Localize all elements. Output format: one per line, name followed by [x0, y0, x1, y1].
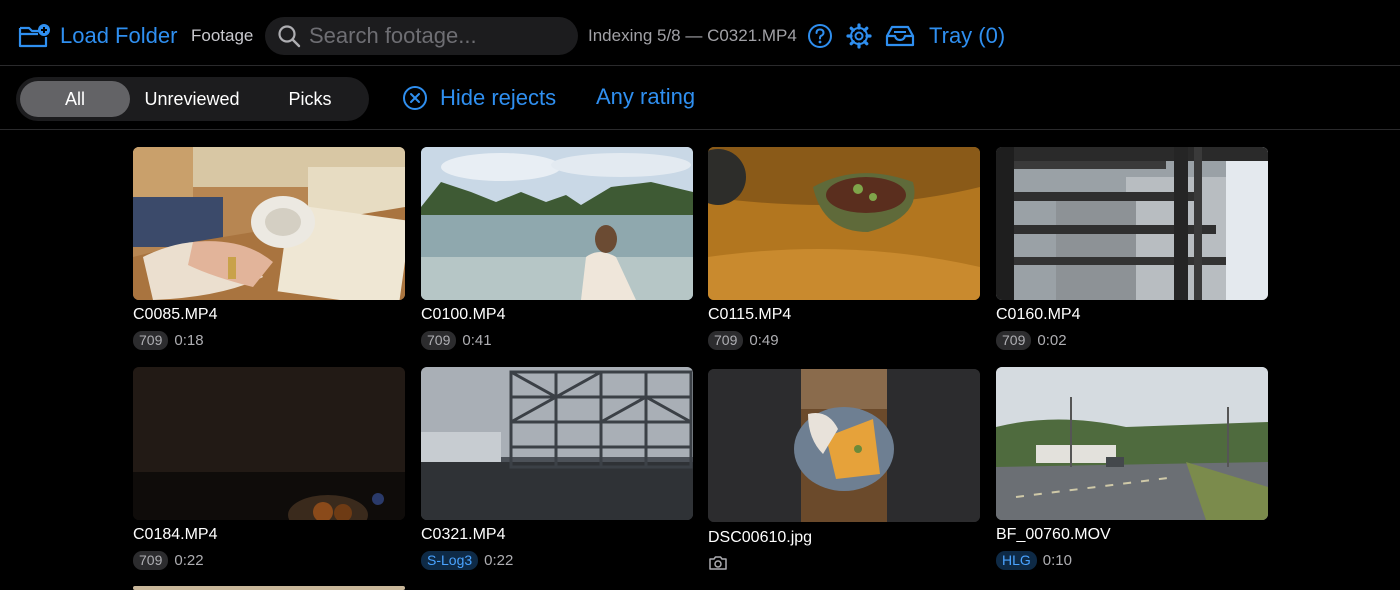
- load-folder-button[interactable]: Load Folder: [18, 18, 177, 54]
- help-button[interactable]: [806, 22, 834, 50]
- clip-thumbnail[interactable]: [708, 147, 980, 300]
- tray-icon: [885, 25, 915, 47]
- clip-meta: HLG 0:10: [996, 550, 1072, 570]
- clip-filename: C0184.MP4: [133, 526, 218, 543]
- clip-preview-image: [996, 367, 1268, 520]
- hide-rejects-label: Hide rejects: [440, 85, 557, 110]
- clip-filename: C0321.MP4: [421, 526, 506, 543]
- review-filter-segmented: All Unreviewed Picks: [16, 77, 369, 121]
- clip-tile[interactable]: C0160.MP4 709 0:02: [996, 147, 1268, 350]
- clip-thumbnail[interactable]: [133, 147, 405, 300]
- clip-meta: S-Log3 0:22: [421, 550, 513, 570]
- clip-meta: 709 0:49: [708, 330, 779, 350]
- clip-duration: 0:10: [1042, 551, 1072, 569]
- segment-unreviewed[interactable]: Unreviewed: [134, 81, 250, 117]
- tray-button[interactable]: Tray (0): [885, 18, 1005, 54]
- segment-picks[interactable]: Picks: [256, 81, 364, 117]
- clip-meta: 709 0:41: [421, 330, 492, 350]
- clip-filename: C0100.MP4: [421, 306, 506, 323]
- help-icon: [808, 24, 832, 48]
- clip-thumbnail[interactable]: [421, 367, 693, 520]
- top-toolbar: Load Folder Footage Indexing 5/8 — C0321…: [0, 0, 1400, 66]
- color-profile-badge: S-Log3: [421, 550, 479, 570]
- load-folder-label: Load Folder: [60, 23, 178, 48]
- clip-preview-image: [708, 147, 980, 300]
- clip-preview-image: [708, 369, 980, 522]
- clip-tile[interactable]: [133, 586, 405, 590]
- filter-bar: All Unreviewed Picks Hide rejects Any ra…: [0, 67, 1400, 130]
- clip-filename: C0115.MP4: [708, 306, 792, 323]
- clip-tile[interactable]: C0085.MP4 709 0:18: [133, 147, 405, 350]
- clip-filename: DSC00610.jpg: [708, 529, 813, 546]
- clip-meta: [708, 553, 728, 573]
- color-profile-badge: 709: [996, 330, 1032, 350]
- clip-thumbnail[interactable]: [996, 367, 1268, 520]
- search-bar[interactable]: [265, 17, 578, 55]
- gear-icon: [846, 23, 872, 49]
- clip-tile[interactable]: BF_00760.MOV HLG 0:10: [996, 367, 1268, 570]
- folder-add-icon: [18, 24, 50, 48]
- settings-button[interactable]: [845, 22, 873, 50]
- clip-duration: 0:41: [462, 331, 492, 349]
- clip-preview-image: [133, 147, 405, 300]
- search-icon: [278, 25, 301, 48]
- clip-duration: 0:22: [174, 551, 204, 569]
- color-profile-badge: 709: [133, 550, 169, 570]
- clip-thumbnail[interactable]: [996, 147, 1268, 300]
- color-profile-badge: 709: [133, 330, 169, 350]
- rating-filter-button[interactable]: Any rating: [596, 84, 695, 110]
- clip-meta: 709 0:02: [996, 330, 1067, 350]
- clip-tile[interactable]: C0321.MP4 S-Log3 0:22: [421, 367, 693, 570]
- clip-filename: C0160.MP4: [996, 306, 1081, 323]
- clip-thumbnail[interactable]: [133, 586, 405, 590]
- source-label: Footage: [191, 26, 254, 45]
- color-profile-badge: HLG: [996, 550, 1037, 570]
- indexing-status: Indexing 5/8 — C0321.MP4: [588, 26, 797, 45]
- clip-duration: 0:18: [174, 331, 204, 349]
- clip-meta: 709 0:22: [133, 550, 204, 570]
- color-profile-badge: 709: [421, 330, 457, 350]
- clip-filename: BF_00760.MOV: [996, 526, 1111, 543]
- clip-thumbnail[interactable]: [133, 367, 405, 520]
- tray-label: Tray (0): [929, 23, 1006, 48]
- clip-duration: 0:49: [749, 331, 779, 349]
- clip-tile[interactable]: DSC00610.jpg: [708, 369, 980, 570]
- clip-duration: 0:22: [484, 551, 514, 569]
- clip-tile[interactable]: C0100.MP4 709 0:41: [421, 147, 693, 350]
- clip-preview-image: [421, 147, 693, 300]
- clip-tile[interactable]: C0115.MP4 709 0:49: [708, 147, 980, 350]
- hide-rejects-button[interactable]: Hide rejects: [402, 83, 556, 113]
- camera-icon: [709, 556, 727, 570]
- clip-meta: 709 0:18: [133, 330, 204, 350]
- clip-thumbnail[interactable]: [708, 369, 980, 522]
- clip-filename: C0085.MP4: [133, 306, 218, 323]
- clip-tile[interactable]: C0184.MP4 709 0:22: [133, 367, 405, 570]
- color-profile-badge: 709: [708, 330, 744, 350]
- search-input[interactable]: [309, 23, 559, 49]
- close-circle-icon: [403, 86, 427, 110]
- segment-all[interactable]: All: [20, 81, 130, 117]
- clip-duration: 0:02: [1037, 331, 1067, 349]
- clip-preview-image: [996, 147, 1268, 300]
- clip-preview-image: [133, 367, 405, 520]
- clip-preview-image: [421, 367, 693, 520]
- clip-thumbnail[interactable]: [421, 147, 693, 300]
